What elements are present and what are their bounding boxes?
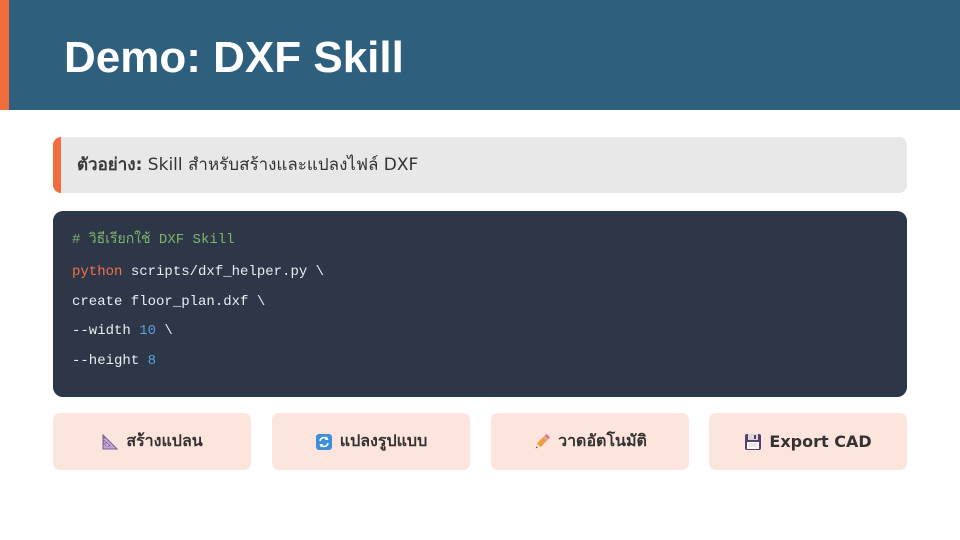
code-line-3-tail: \ bbox=[156, 323, 173, 339]
header-accent-bar bbox=[0, 0, 9, 110]
auto-draw-label: วาดอัตโนมัติ bbox=[558, 431, 647, 450]
floppy-disk-icon bbox=[744, 433, 762, 451]
note-accent-bar bbox=[53, 137, 61, 193]
create-plan-label: สร้างแปลน bbox=[126, 431, 203, 450]
code-line-2: create floor_plan.dxf \ bbox=[72, 288, 888, 318]
code-line-1: python scripts/dxf_helper.py \ bbox=[72, 258, 888, 288]
convert-format-button[interactable]: แปลงรูปแบบ bbox=[272, 413, 470, 470]
example-note: ตัวอย่าง: Skill สำหรับสร้างและแปลงไฟล์ D… bbox=[53, 137, 907, 193]
code-line-4-flag: --height bbox=[72, 352, 148, 369]
convert-format-label: แปลงรูปแบบ bbox=[339, 431, 428, 450]
note-text: ตัวอย่าง: Skill สำหรับสร้างและแปลงไฟล์ D… bbox=[77, 137, 418, 193]
auto-draw-button[interactable]: วาดอัตโนมัติ bbox=[491, 413, 689, 470]
convert-arrows-icon bbox=[315, 433, 333, 451]
code-line-3-number: 10 bbox=[139, 323, 157, 339]
export-cad-label: Export CAD bbox=[769, 432, 872, 451]
code-line-4: --height 8 bbox=[72, 347, 888, 377]
export-cad-button[interactable]: Export CAD bbox=[709, 413, 907, 470]
code-comment: # วิธีเรียกใช้ DXF Skill bbox=[72, 228, 888, 254]
code-line-3-flag: --width bbox=[72, 323, 140, 339]
note-description: Skill สำหรับสร้างและแปลงไฟล์ DXF bbox=[142, 155, 419, 175]
create-plan-button[interactable]: สร้างแปลน bbox=[53, 413, 251, 470]
code-line-4-number: 8 bbox=[147, 352, 157, 369]
page-title: Demo: DXF Skill bbox=[64, 33, 404, 82]
triangle-ruler-icon bbox=[101, 433, 119, 451]
code-keyword: python bbox=[72, 264, 123, 280]
header-banner: Demo: DXF Skill bbox=[0, 0, 960, 110]
code-line-1-rest: scripts/dxf_helper.py \ bbox=[122, 264, 325, 280]
action-buttons: สร้างแปลน แปลงรูปแบบ วาดอัตโนมัติ Export… bbox=[53, 413, 907, 470]
code-comment-text: # วิธีเรียกใช้ DXF Skill bbox=[72, 232, 235, 248]
pencil-icon bbox=[533, 433, 551, 451]
code-block: # วิธีเรียกใช้ DXF Skill python scripts/… bbox=[53, 211, 907, 397]
note-label: ตัวอย่าง: bbox=[77, 155, 143, 175]
code-line-3: --width 10 \ bbox=[72, 317, 888, 347]
code-line-2-text: create floor_plan.dxf \ bbox=[72, 293, 266, 310]
